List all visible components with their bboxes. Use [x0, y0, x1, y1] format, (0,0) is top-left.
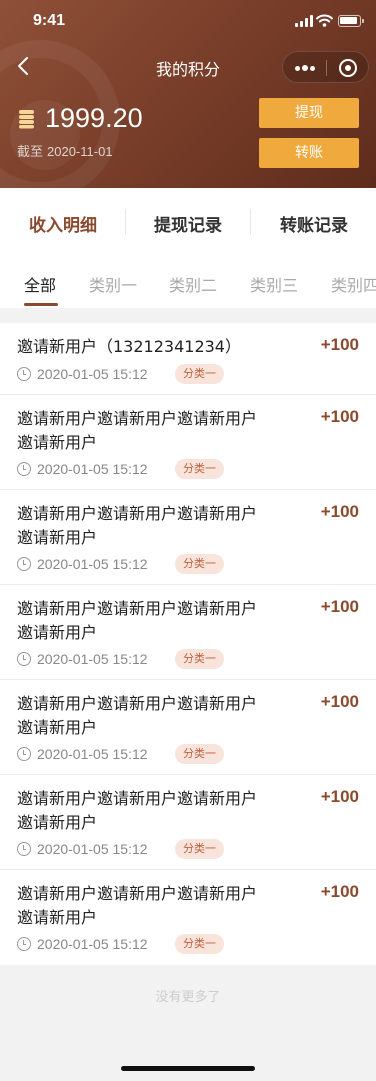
clock-icon [17, 937, 31, 951]
record-category-tag: 分类一 [175, 934, 224, 954]
clock-icon [17, 747, 31, 761]
as-of-value: 2020-11-01 [47, 144, 113, 159]
clock-icon [17, 557, 31, 571]
record-time: 2020-01-05 15:12 [37, 461, 148, 477]
record-amount: +100 [320, 335, 359, 354]
income-record-list: 邀请新用户（13212341234） +100 2020-01-05 15:12… [0, 323, 376, 965]
category-3[interactable]: 类别三 [250, 272, 298, 296]
list-item[interactable]: 邀请新用户邀请新用户邀请新用户邀请新用户 +100 2020-01-05 15:… [0, 395, 376, 490]
list-item[interactable]: 邀请新用户邀请新用户邀请新用户邀请新用户 +100 2020-01-05 15:… [0, 870, 376, 965]
record-time: 2020-01-05 15:12 [37, 936, 148, 952]
record-title: 邀请新用户（13212341234） [17, 337, 241, 356]
category-all[interactable]: 全部 [24, 272, 56, 296]
clock-icon [17, 842, 31, 856]
wifi-icon [316, 14, 333, 27]
status-time: 9:41 [33, 12, 66, 29]
record-category-tag: 分类一 [175, 459, 224, 479]
coins-icon [19, 110, 34, 129]
list-item[interactable]: 邀请新用户邀请新用户邀请新用户邀请新用户 +100 2020-01-05 15:… [0, 775, 376, 870]
nav-bar: 我的积分 [0, 44, 376, 88]
as-of-label: 截至 [17, 144, 44, 159]
tab-divider [250, 209, 251, 235]
close-target-icon[interactable] [339, 59, 357, 77]
record-time: 2020-01-05 15:12 [37, 651, 148, 667]
no-more-text: 没有更多了 [155, 990, 221, 1005]
record-category-tag: 分类一 [175, 839, 224, 859]
record-time: 2020-01-05 15:12 [37, 366, 148, 382]
clock-icon [17, 462, 31, 476]
record-category-tag: 分类一 [175, 649, 224, 669]
record-amount: +100 [320, 882, 359, 901]
transfer-button[interactable]: 转账 [259, 138, 359, 168]
miniprogram-capsule [282, 51, 369, 83]
record-title: 邀请新用户邀请新用户邀请新用户邀请新用户 [17, 789, 258, 832]
list-item[interactable]: 邀请新用户（13212341234） +100 2020-01-05 15:12… [0, 323, 376, 395]
tab-divider [125, 209, 126, 235]
record-category-tag: 分类一 [175, 554, 224, 574]
as-of-date: 截至 2020-11-01 [17, 141, 117, 160]
clock-icon [17, 367, 31, 381]
tab-income-detail[interactable]: 收入明细 [29, 211, 97, 236]
record-title: 邀请新用户邀请新用户邀请新用户邀请新用户 [17, 884, 258, 927]
record-amount: +100 [320, 502, 359, 521]
list-item[interactable]: 邀请新用户邀请新用户邀请新用户邀请新用户 +100 2020-01-05 15:… [0, 490, 376, 585]
record-title: 邀请新用户邀请新用户邀请新用户邀请新用户 [17, 409, 258, 452]
record-time: 2020-01-05 15:12 [37, 746, 148, 762]
record-category-tag: 分类一 [175, 744, 224, 764]
clock-icon [17, 652, 31, 666]
record-amount: +100 [320, 692, 359, 711]
record-title: 邀请新用户邀请新用户邀请新用户邀请新用户 [17, 599, 258, 642]
withdraw-button[interactable]: 提现 [259, 98, 359, 128]
category-4[interactable]: 类别四 [331, 272, 376, 296]
points-value: 1999.20 [45, 103, 143, 133]
more-dots-icon[interactable] [294, 61, 316, 75]
cellular-signal-icon [295, 15, 313, 27]
points-header: 9:41 我的积分 1999.20 截至 2020-11-01 提现 转账 [0, 0, 376, 188]
record-amount: +100 [320, 597, 359, 616]
record-time: 2020-01-05 15:12 [37, 556, 148, 572]
record-tabs: 收入明细 提现记录 转账记录 [0, 188, 376, 256]
list-item[interactable]: 邀请新用户邀请新用户邀请新用户邀请新用户 +100 2020-01-05 15:… [0, 680, 376, 775]
record-title: 邀请新用户邀请新用户邀请新用户邀请新用户 [17, 694, 258, 737]
tab-withdraw-records[interactable]: 提现记录 [154, 211, 222, 236]
category-1[interactable]: 类别一 [89, 272, 137, 296]
status-bar: 9:41 [0, 0, 376, 44]
battery-icon [338, 15, 364, 27]
record-amount: +100 [320, 787, 359, 806]
active-category-indicator [24, 303, 58, 306]
capsule-divider [326, 60, 327, 76]
category-2[interactable]: 类别二 [169, 272, 217, 296]
tab-transfer-records[interactable]: 转账记录 [280, 211, 348, 236]
record-amount: +100 [320, 407, 359, 426]
home-indicator[interactable] [121, 1066, 255, 1071]
list-item[interactable]: 邀请新用户邀请新用户邀请新用户邀请新用户 +100 2020-01-05 15:… [0, 585, 376, 680]
record-time: 2020-01-05 15:12 [37, 841, 148, 857]
category-tabs: 全部 类别一 类别二 类别三 类别四 [0, 256, 376, 308]
record-title: 邀请新用户邀请新用户邀请新用户邀请新用户 [17, 504, 258, 547]
record-category-tag: 分类一 [175, 364, 224, 384]
